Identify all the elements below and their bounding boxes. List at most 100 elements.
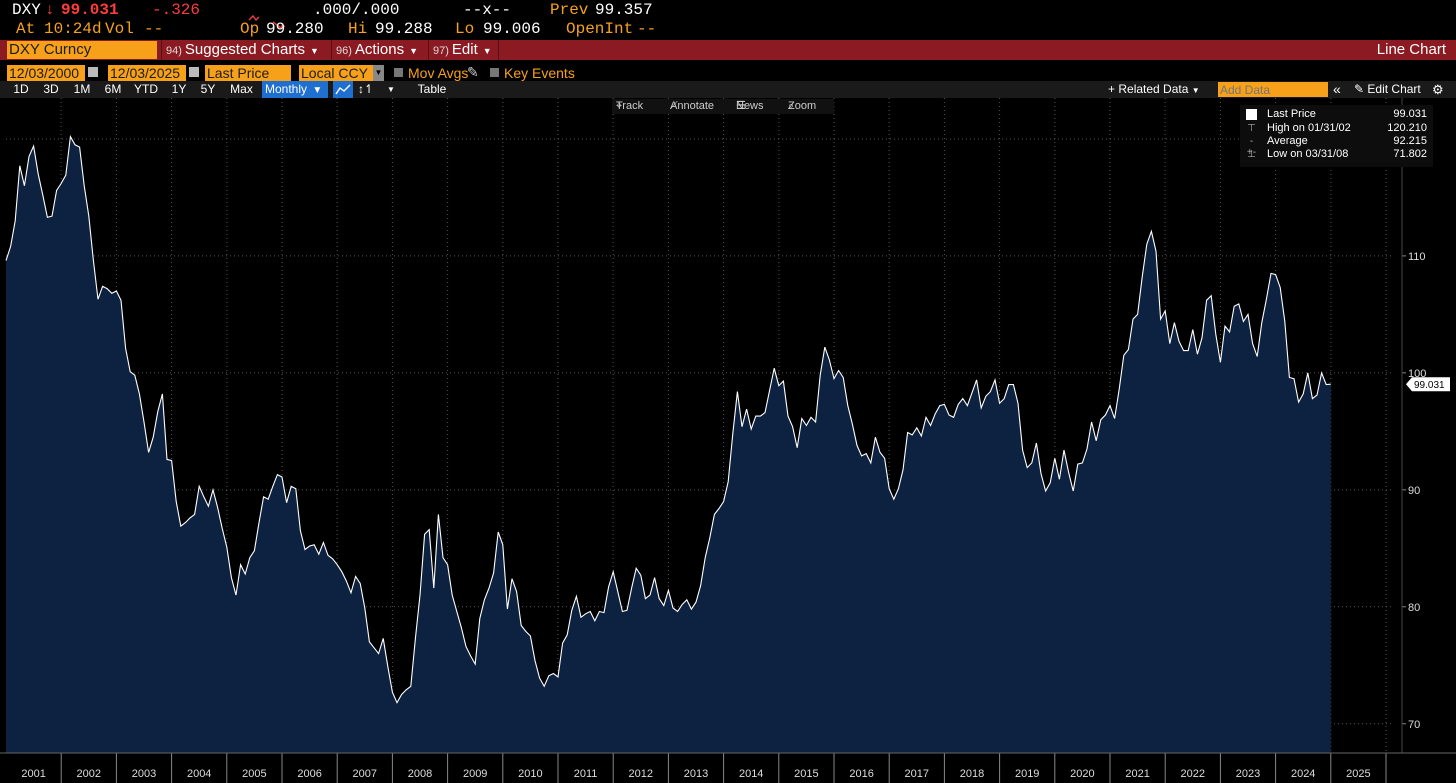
x-tick-label: 2001 <box>21 768 45 780</box>
last-trade-time: 10:24d <box>44 20 102 38</box>
last-value-label: 99.031 <box>1406 377 1450 392</box>
pencil-icon[interactable]: ✎ <box>467 64 479 80</box>
function-menu-bar: DXY Curncy 94) Suggested Charts ▼ 96) Actio… <box>0 40 1456 60</box>
related-data-label: Related Data <box>1118 82 1189 96</box>
high-value: 99.288 <box>375 20 433 38</box>
legend-value: 92.215 <box>1393 135 1427 147</box>
calendar-icon[interactable] <box>189 67 199 77</box>
frequency-label: Monthly <box>265 82 308 96</box>
x-tick-label: 2004 <box>187 768 211 780</box>
low-marker-icon: ⊥ <box>1247 149 1256 160</box>
low-value: 99.006 <box>483 20 541 38</box>
x-tick-label: 2011 <box>574 768 598 780</box>
x-tick-label: 2005 <box>242 768 266 780</box>
y-tick-label: 110 <box>1408 251 1426 263</box>
x-tick-label: 2002 <box>77 768 101 780</box>
start-date-field[interactable]: 12/03/2000 <box>7 65 85 81</box>
open-label: Op <box>240 20 260 38</box>
volume-label: Vol <box>105 20 134 38</box>
period-1y-button[interactable]: 1Y <box>166 81 192 98</box>
menu-number: 96) <box>336 45 352 57</box>
legend-row-average: -+- Average 92.215 <box>1240 135 1433 158</box>
period-ytd-button[interactable]: YTD <box>130 81 162 98</box>
key-events-checkbox[interactable] <box>490 68 499 77</box>
open-interest-label: OpenInt <box>566 20 634 38</box>
period-toolbar: 1D 3D 1M 6M YTD 1Y 5Y Max Monthly ▼ ↕↿ ▼… <box>0 81 1456 98</box>
caret-down-icon: ▼ <box>1191 86 1200 95</box>
legend-value: 120.210 <box>1387 122 1427 134</box>
series-color-swatch <box>1246 109 1257 120</box>
period-3d-button[interactable]: 3D <box>37 81 65 98</box>
gear-icon[interactable]: ⚙ <box>1432 81 1444 98</box>
period-6m-button[interactable]: 6M <box>99 81 127 98</box>
edit-menu[interactable]: 97) Edit ▼ <box>428 40 498 60</box>
prev-close: 99.357 <box>595 1 653 19</box>
suggested-charts-menu[interactable]: 94) Suggested Charts ▼ <box>161 40 325 60</box>
end-date-field[interactable]: 12/03/2025 <box>108 65 186 81</box>
period-1m-button[interactable]: 1M <box>67 81 97 98</box>
legend-label: Average <box>1267 135 1308 147</box>
x-tick-label: 2020 <box>1070 768 1094 780</box>
volume-value: -- <box>144 20 164 38</box>
x-tick-label: 2021 <box>1125 768 1149 780</box>
line-style-icon[interactable] <box>333 81 353 98</box>
x-tick-label: 2014 <box>739 768 763 780</box>
y-tick-label: 90 <box>1408 485 1420 497</box>
edit-chart-button[interactable]: ✎ Edit Chart <box>1354 81 1421 98</box>
frequency-dropdown[interactable]: Monthly ▼ <box>262 81 328 98</box>
x-tick-label: 2015 <box>794 768 818 780</box>
bid-ask-size: --x-- <box>463 1 512 19</box>
mov-avgs-checkbox[interactable] <box>394 68 403 77</box>
legend-value: 99.031 <box>1393 108 1427 120</box>
last-value-text: 99.031 <box>1414 380 1445 391</box>
net-change: -.326 <box>152 1 201 19</box>
caret-down-icon: ▼ <box>409 46 419 56</box>
key-events-label: Key Events <box>504 65 575 81</box>
security-field[interactable]: DXY Curncy <box>7 41 157 59</box>
x-tick-label: 2018 <box>960 768 984 780</box>
currency-selector[interactable]: Local CCY <box>299 65 373 81</box>
chart-settings-row: 12/03/2000 12/03/2025 Last Price Local C… <box>0 64 1456 82</box>
period-1d-button[interactable]: 1D <box>7 81 35 98</box>
table-button[interactable]: Table <box>412 81 452 98</box>
x-tick-label: 2012 <box>629 768 653 780</box>
caret-down-icon[interactable]: ▼ <box>384 81 398 98</box>
legend-row-last[interactable]: Last Price 99.031 <box>1240 108 1433 121</box>
calendar-icon[interactable] <box>88 67 98 77</box>
high-marker-icon: ⊤ <box>1247 123 1256 134</box>
chart-tools-bar: ⌖ Track ⟋ Annotate ☰ News ⌕ Zoom <box>612 99 834 114</box>
down-arrow-icon: ↓ <box>45 1 55 19</box>
legend-row-high: ⊤ High on 01/31/02 120.210 <box>1240 122 1433 135</box>
x-tick-label: 2006 <box>297 768 321 780</box>
track-label: Track <box>616 100 644 112</box>
field-selector[interactable]: Last Price <box>205 65 291 81</box>
chevron-down-icon[interactable]: ▼ <box>373 65 384 81</box>
price-area-fill <box>6 136 1331 754</box>
open-interest-value: -- <box>637 20 657 38</box>
plus-icon: + <box>1108 82 1116 96</box>
price-chart[interactable]: 708090100110120 200120022003200420052006… <box>0 98 1456 783</box>
mov-avgs-label: Mov Avgs <box>408 65 469 81</box>
add-data-input[interactable] <box>1218 82 1328 97</box>
related-data-button[interactable]: + Related Data ▼ <box>1108 81 1200 98</box>
actions-menu[interactable]: 96) Actions ▼ <box>331 40 424 60</box>
news-label: News <box>736 100 764 112</box>
legend-label: High on 01/31/02 <box>1267 122 1351 134</box>
x-tick-label: 2009 <box>463 768 487 780</box>
x-tick-label: 2024 <box>1291 768 1315 780</box>
caret-down-icon: ▼ <box>309 46 319 56</box>
period-5y-button[interactable]: 5Y <box>195 81 221 98</box>
legend-row-low: ⊥ Low on 03/31/08 71.802 <box>1240 148 1433 161</box>
x-axis: 2001 2002 2003 2004 2005 2006 2007 2008 2009 2010… <box>0 752 1456 783</box>
open-value: 99.280 <box>266 20 324 38</box>
collapse-icon[interactable]: « <box>1333 81 1341 98</box>
x-tick-label: 2010 <box>518 768 542 780</box>
menu-label: Actions <box>354 41 405 58</box>
legend-value: 71.802 <box>1393 148 1427 160</box>
x-tick-label: 2016 <box>849 768 873 780</box>
ticker-symbol[interactable]: DXY <box>12 1 41 19</box>
period-max-button[interactable]: Max <box>225 81 258 98</box>
bar-style-icon[interactable]: ↕↿ <box>356 81 376 98</box>
bid-ask: .000/.000 <box>313 1 400 19</box>
x-tick-label: 2023 <box>1236 768 1260 780</box>
